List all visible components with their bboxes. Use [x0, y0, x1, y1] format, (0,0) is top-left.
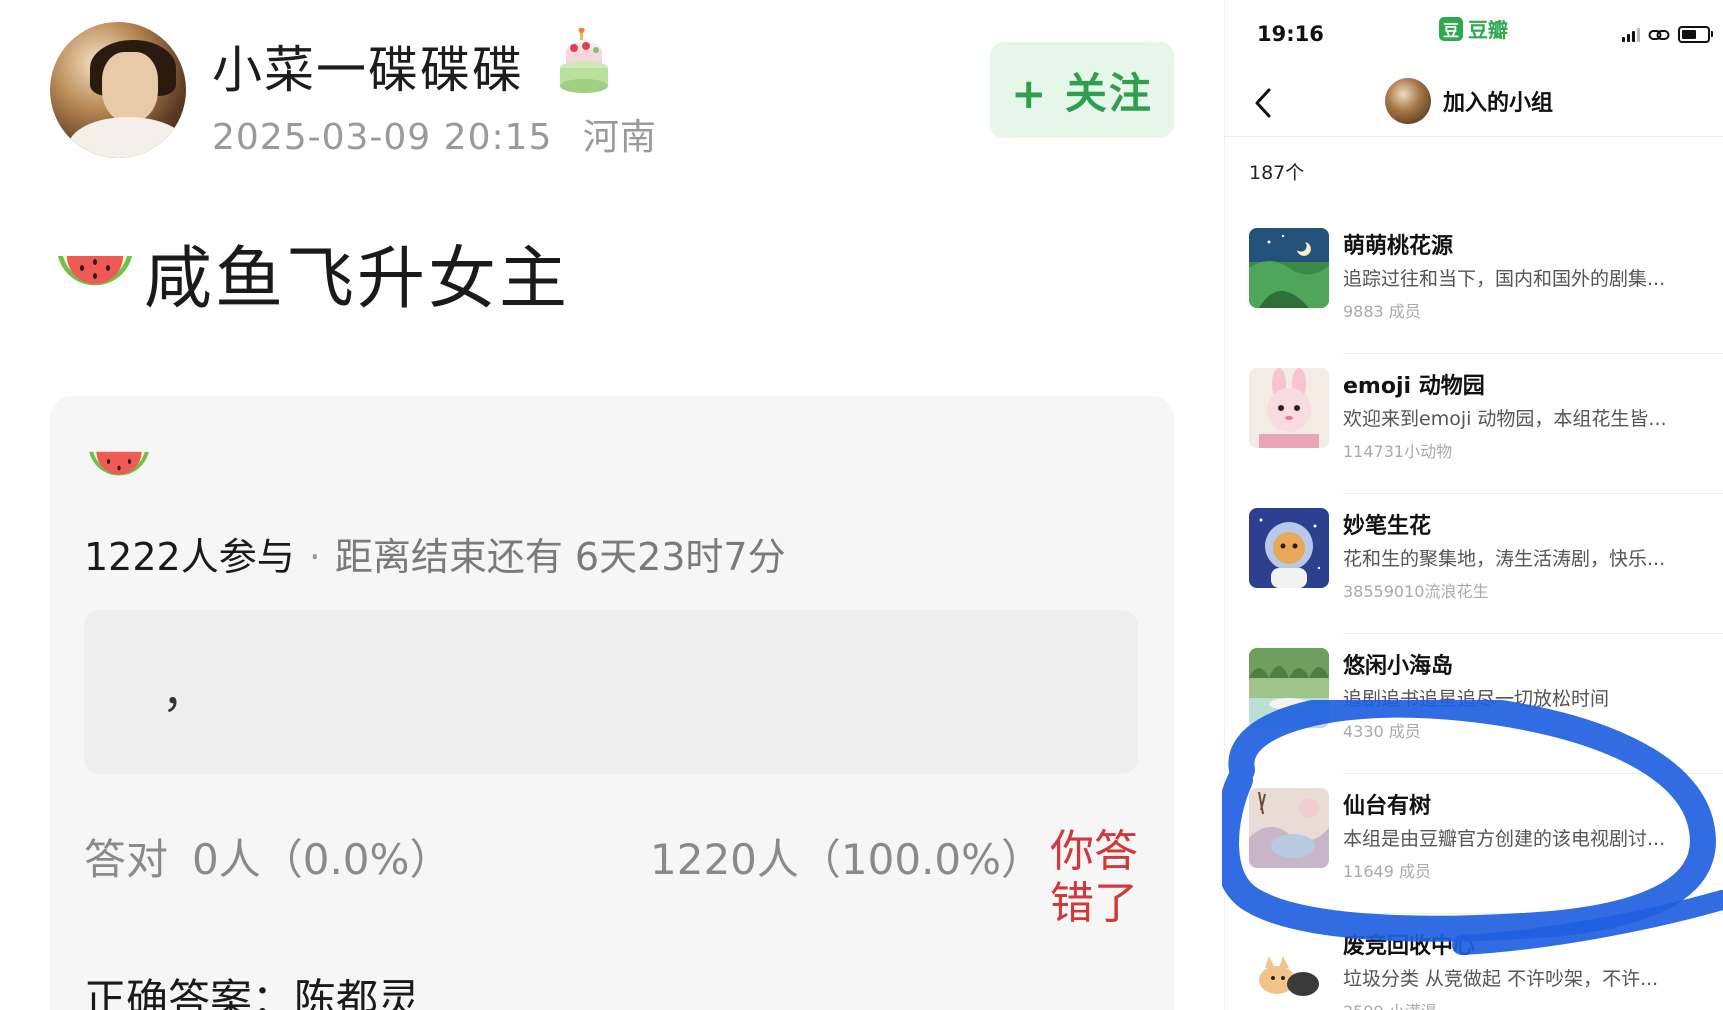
- group-item[interactable]: 仙台有树 本组是由豆瓣官方创建的该电视剧讨... 11649 成员: [1225, 774, 1723, 914]
- correct-label: 答对: [84, 835, 169, 884]
- post-title-row: 咸鱼飞升女主: [54, 232, 570, 319]
- group-desc: 欢迎来到emoji 动物园，本组花生皆...: [1343, 408, 1667, 430]
- group-members: 2599 小满渴: [1343, 998, 1437, 1010]
- back-chevron-icon[interactable]: [1249, 84, 1279, 122]
- group-members: 4330 成员: [1343, 722, 1421, 741]
- wrong-count: 1220人（100.0%）: [650, 835, 1044, 884]
- battery-icon: [1678, 26, 1713, 43]
- group-item[interactable]: 悠闲小海岛 追剧追书追星追尽一切放松时间 4330 成员: [1225, 634, 1723, 774]
- tree-art-icon: [1249, 788, 1329, 868]
- birthday-cake-icon: [560, 28, 608, 93]
- correct-answer: 正确答案：陈都灵: [84, 975, 421, 1010]
- group-members: 9883 成员: [1343, 302, 1421, 321]
- group-name: 仙台有树: [1343, 794, 1432, 819]
- cats-icon: [1249, 928, 1329, 1008]
- group-item[interactable]: emoji 动物园 欢迎来到emoji 动物园，本组花生皆... 114731小…: [1225, 354, 1723, 494]
- green-night-icon: [1249, 228, 1329, 308]
- group-desc: 追剧追书追星追尽一切放松时间: [1343, 688, 1610, 710]
- watermelon-icon: [89, 451, 149, 476]
- follow-button[interactable]: + 关注: [990, 42, 1174, 138]
- nav-title-wrap: 加入的小组: [1385, 78, 1553, 124]
- nav-bar: 加入的小组: [1225, 70, 1723, 137]
- user-avatar[interactable]: [1385, 78, 1431, 124]
- post-location: 河南: [582, 117, 657, 158]
- pink-bunny-icon: [1249, 368, 1329, 448]
- group-item[interactable]: 妙笔生花 花和生的聚集地，涛生活涛剧，快乐... 38559010流浪花生: [1225, 494, 1723, 634]
- island-icon: [1249, 648, 1329, 728]
- douban-logo-icon: 豆: [1439, 16, 1463, 41]
- nav-title: 加入的小组: [1443, 91, 1554, 116]
- group-list: 萌萌桃花源 追踪过往和当下，国内和国外的剧集... 9883 成员 emoji …: [1225, 214, 1723, 1010]
- group-item[interactable]: 萌萌桃花源 追踪过往和当下，国内和国外的剧集... 9883 成员: [1225, 214, 1723, 354]
- poll-option-text: ，: [162, 667, 206, 718]
- post-meta: 2025-03-09 20:15 河南: [212, 108, 675, 160]
- app-badge: 豆 豆瓣: [1439, 14, 1508, 43]
- group-members: 11649 成员: [1343, 862, 1431, 881]
- group-name: emoji 动物园: [1343, 374, 1485, 399]
- group-members: 114731小动物: [1343, 442, 1453, 461]
- group-name: 妙笔生花: [1343, 514, 1432, 539]
- poll-stats: 1222人参与 · 距离结束还有 6天23时7分: [84, 526, 786, 581]
- group-desc: 垃圾分类 从竞做起 不许吵架，不许...: [1343, 968, 1659, 990]
- phone-screen: 19:16 豆 豆瓣 加入的小组 187个 萌萌桃花源 追踪过往和当下，国内和国…: [1224, 0, 1723, 1010]
- group-count: 187个: [1249, 162, 1305, 184]
- group-desc: 本组是由豆瓣官方创建的该电视剧讨...: [1343, 828, 1666, 850]
- group-item[interactable]: 废竞回收中心 垃圾分类 从竞做起 不许吵架，不许... 2599 小满渴: [1225, 914, 1723, 1010]
- post-date: 2025-03-09 20:15: [212, 117, 553, 158]
- group-name: 废竞回收中心: [1343, 934, 1476, 959]
- author-avatar[interactable]: [50, 22, 186, 158]
- author-name[interactable]: 小菜一碟碟碟: [212, 30, 524, 102]
- status-time: 19:16: [1257, 22, 1324, 46]
- group-desc: 追踪过往和当下，国内和国外的剧集...: [1343, 268, 1666, 290]
- wrong-answer-message: 你答错了: [1050, 826, 1138, 929]
- poll-option[interactable]: ，: [84, 610, 1138, 774]
- post-panel: 小菜一碟碟碟 2025-03-09 20:15 河南 + 关注 咸鱼飞升女主 1…: [0, 0, 1200, 1010]
- group-name: 悠闲小海岛: [1343, 654, 1454, 679]
- participant-count: 1222人参与: [84, 535, 295, 579]
- stats-separator: ·: [308, 535, 321, 579]
- group-desc: 花和生的聚集地，涛生活涛剧，快乐...: [1343, 548, 1666, 570]
- watermelon-icon: [58, 256, 132, 286]
- poll-card: 1222人参与 · 距离结束还有 6天23时7分 ， 答对 0人（0.0%） 1220…: [50, 396, 1174, 1010]
- app-name: 豆瓣: [1468, 18, 1508, 42]
- group-members: 38559010流浪花生: [1343, 582, 1489, 601]
- correct-count: 0人（0.0%）: [192, 835, 452, 884]
- time-remaining: 距离结束还有 6天23时7分: [334, 535, 786, 579]
- link-icon: [1648, 29, 1670, 40]
- post-title: 咸鱼飞升女主: [144, 239, 571, 319]
- status-bar: 19:16 豆 豆瓣: [1225, 0, 1723, 70]
- correct-result: 答对 0人（0.0%）: [84, 826, 451, 887]
- group-name: 萌萌桃花源: [1343, 234, 1454, 259]
- signal-icon: [1622, 27, 1640, 42]
- astronaut-cat-icon: [1249, 508, 1329, 588]
- status-icons: [1622, 26, 1713, 43]
